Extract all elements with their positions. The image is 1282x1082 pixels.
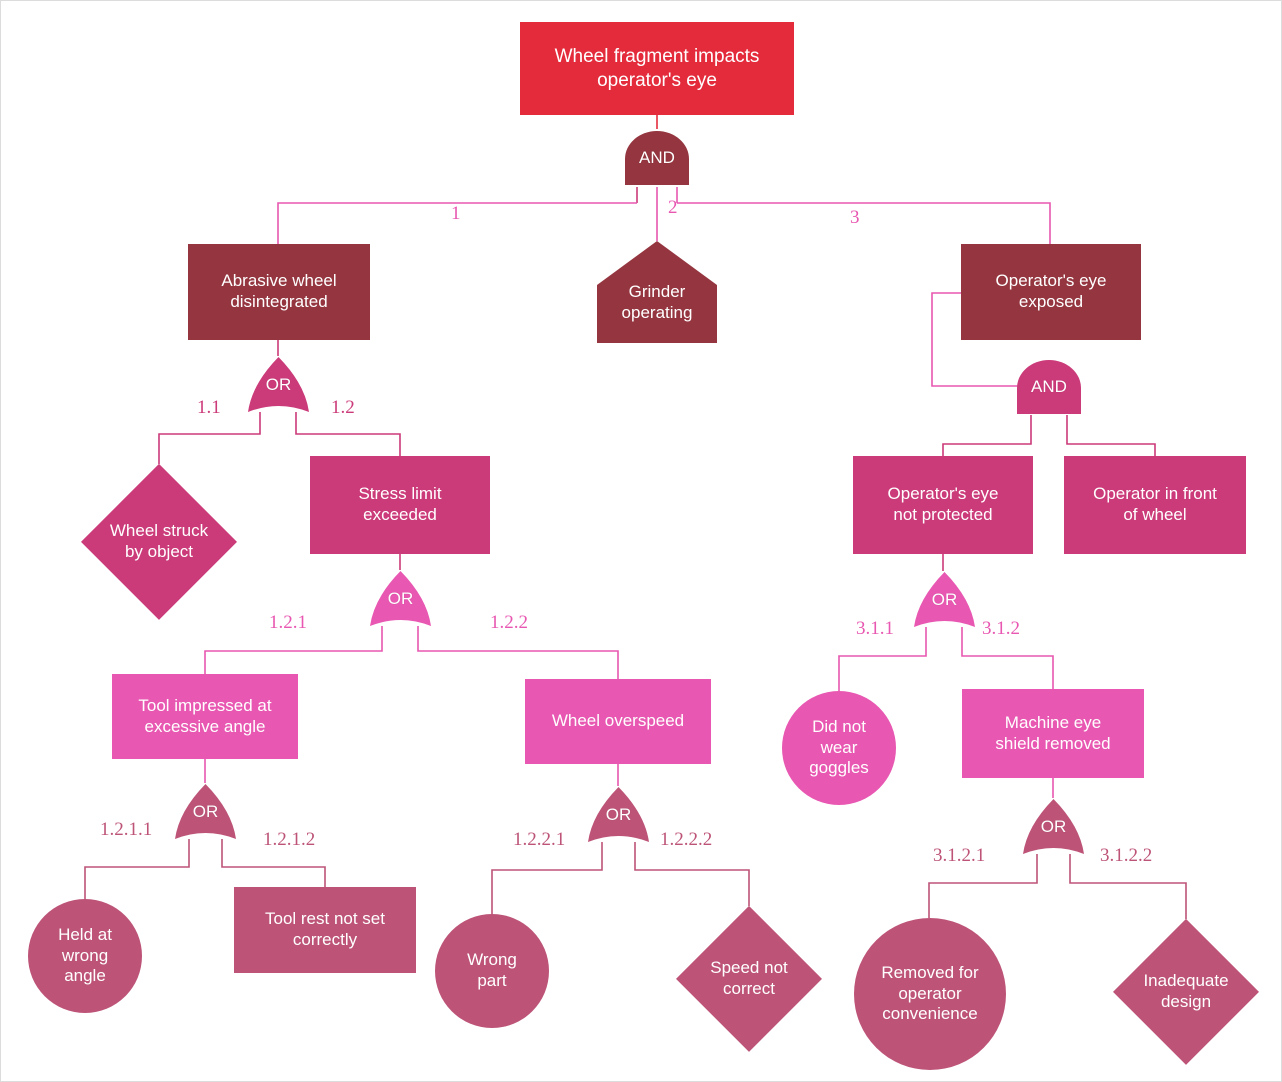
edge-label-1-2-1-1: 1.2.1.1 xyxy=(100,819,152,841)
gate-or-machine-eye-shield[interactable]: OR xyxy=(1021,798,1086,856)
edge-label-3-1-2: 3.1.2 xyxy=(982,618,1020,640)
gate-or-tool-impressed[interactable]: OR xyxy=(173,783,238,841)
edge-label-text: 1.2.1.1 xyxy=(100,819,153,840)
edge-label-3-1-2-2: 3.1.2.2 xyxy=(1100,845,1152,867)
node-label: Removed for operator convenience xyxy=(881,962,979,1024)
edge-label-text: 3.1.2.2 xyxy=(1100,845,1153,866)
edge-label-text: 3.1.2 xyxy=(982,618,1020,639)
gate-label: AND xyxy=(639,148,675,167)
node-label: Held at wrong angle xyxy=(58,924,112,986)
node-abrasive-wheel-disintegrated[interactable]: Abrasive wheel disintegrated xyxy=(188,244,370,340)
edge-label-text: 1.2.2 xyxy=(490,612,528,633)
node-wrong-part[interactable]: Wrong part xyxy=(435,914,549,1028)
edge-label-text: 1 xyxy=(451,203,461,224)
node-operators-eye-not-protected[interactable]: Operator's eye not protected xyxy=(853,456,1033,554)
node-label: Operator's eye exposed xyxy=(995,271,1107,311)
node-tool-impressed-excessive-angle[interactable]: Tool impressed at excessive angle xyxy=(112,674,298,759)
edge-label-1: 1 xyxy=(451,203,461,225)
node-label: Operator's eye not protected xyxy=(887,484,999,524)
node-stress-limit-exceeded[interactable]: Stress limit exceeded xyxy=(310,456,490,554)
node-wheel-overspeed[interactable]: Wheel overspeed xyxy=(525,679,711,764)
gate-and-top[interactable]: AND xyxy=(623,129,691,187)
edge-label-1-2-2-2: 1.2.2.2 xyxy=(660,829,712,851)
edge-label-text: 1.2.2.1 xyxy=(513,829,566,850)
edge-label-text: 2 xyxy=(668,197,678,218)
node-label: Grinder operating xyxy=(621,282,693,322)
edge-label-1-2-1: 1.2.1 xyxy=(269,612,307,634)
node-tool-rest-not-set-correctly[interactable]: Tool rest not set correctly xyxy=(234,887,416,973)
node-removed-for-operator-convenience[interactable]: Removed for operator convenience xyxy=(854,918,1006,1070)
node-label: Wheel overspeed xyxy=(551,711,685,731)
edge-label-text: 1.2.2.2 xyxy=(660,829,713,850)
gate-and-operators-eye-exposed[interactable]: AND xyxy=(1015,358,1083,416)
gate-label: AND xyxy=(1031,377,1067,396)
node-label: Wheel fragment impacts operator's eye xyxy=(554,46,760,91)
node-operator-in-front-of-wheel[interactable]: Operator in front of wheel xyxy=(1064,456,1246,554)
gate-or-abrasive-wheel[interactable]: OR xyxy=(246,356,311,414)
edge-label-1-2: 1.2 xyxy=(331,397,355,419)
node-grinder-operating[interactable]: Grinder operating xyxy=(597,241,717,343)
node-label: Wrong part xyxy=(467,950,517,990)
gate-label: OR xyxy=(387,589,414,608)
gate-or-wheel-overspeed[interactable]: OR xyxy=(586,786,651,844)
gate-or-eye-not-protected[interactable]: OR xyxy=(912,571,977,629)
edge-label-text: 1.2.1.2 xyxy=(263,829,316,850)
edge-label-text: 1.1 xyxy=(197,397,221,418)
gate-label: OR xyxy=(1040,817,1067,836)
node-machine-eye-shield-removed[interactable]: Machine eye shield removed xyxy=(962,689,1144,778)
node-speed-not-correct[interactable]: Speed not correct xyxy=(676,905,822,1052)
gate-or-stress-limit[interactable]: OR xyxy=(368,570,433,628)
edge-label-text: 3.1.1 xyxy=(856,618,894,639)
edge-label-2: 2 xyxy=(668,197,678,219)
node-label: Tool rest not set correctly xyxy=(264,909,385,949)
node-top-event[interactable]: Wheel fragment impacts operator's eye xyxy=(520,22,794,115)
edge-label-text: 1.2 xyxy=(331,397,355,418)
node-label: Operator in front of wheel xyxy=(1093,484,1217,524)
node-label: Machine eye shield removed xyxy=(995,712,1111,753)
fault-tree-diagram: Wheel fragment impacts operator's eye AN… xyxy=(0,0,1282,1082)
node-label: Wheel struck by object xyxy=(109,521,209,561)
edge-label-3-1-1: 3.1.1 xyxy=(856,618,894,640)
node-label: Abrasive wheel disintegrated xyxy=(221,271,337,311)
gate-label: OR xyxy=(605,805,632,824)
node-wheel-struck-by-object[interactable]: Wheel struck by object xyxy=(81,463,237,620)
edge-label-1-2-2: 1.2.2 xyxy=(490,612,528,634)
node-did-not-wear-goggles[interactable]: Did not wear goggles xyxy=(782,691,896,805)
node-label: Tool impressed at excessive angle xyxy=(138,695,272,736)
node-label: Inadequate design xyxy=(1143,971,1229,1011)
edge-label-1-2-1-2: 1.2.1.2 xyxy=(263,829,315,851)
edge-label-3-1-2-1: 3.1.2.1 xyxy=(933,845,985,867)
edge-label-text: 3 xyxy=(850,207,860,228)
gate-label: OR xyxy=(265,375,292,394)
node-operators-eye-exposed[interactable]: Operator's eye exposed xyxy=(961,244,1141,340)
edge-label-1-2-2-1: 1.2.2.1 xyxy=(513,829,565,851)
gate-label: OR xyxy=(931,590,958,609)
node-label: Speed not correct xyxy=(710,958,788,998)
node-held-at-wrong-angle[interactable]: Held at wrong angle xyxy=(28,899,142,1013)
node-inadequate-design[interactable]: Inadequate design xyxy=(1113,918,1259,1065)
node-label: Did not wear goggles xyxy=(809,716,869,778)
edge-label-text: 1.2.1 xyxy=(269,612,307,633)
edge-label-3: 3 xyxy=(850,207,860,229)
node-label: Stress limit exceeded xyxy=(358,484,442,524)
edge-label-text: 3.1.2.1 xyxy=(933,845,986,866)
edge-label-1-1: 1.1 xyxy=(197,397,221,419)
gate-label: OR xyxy=(192,802,219,821)
